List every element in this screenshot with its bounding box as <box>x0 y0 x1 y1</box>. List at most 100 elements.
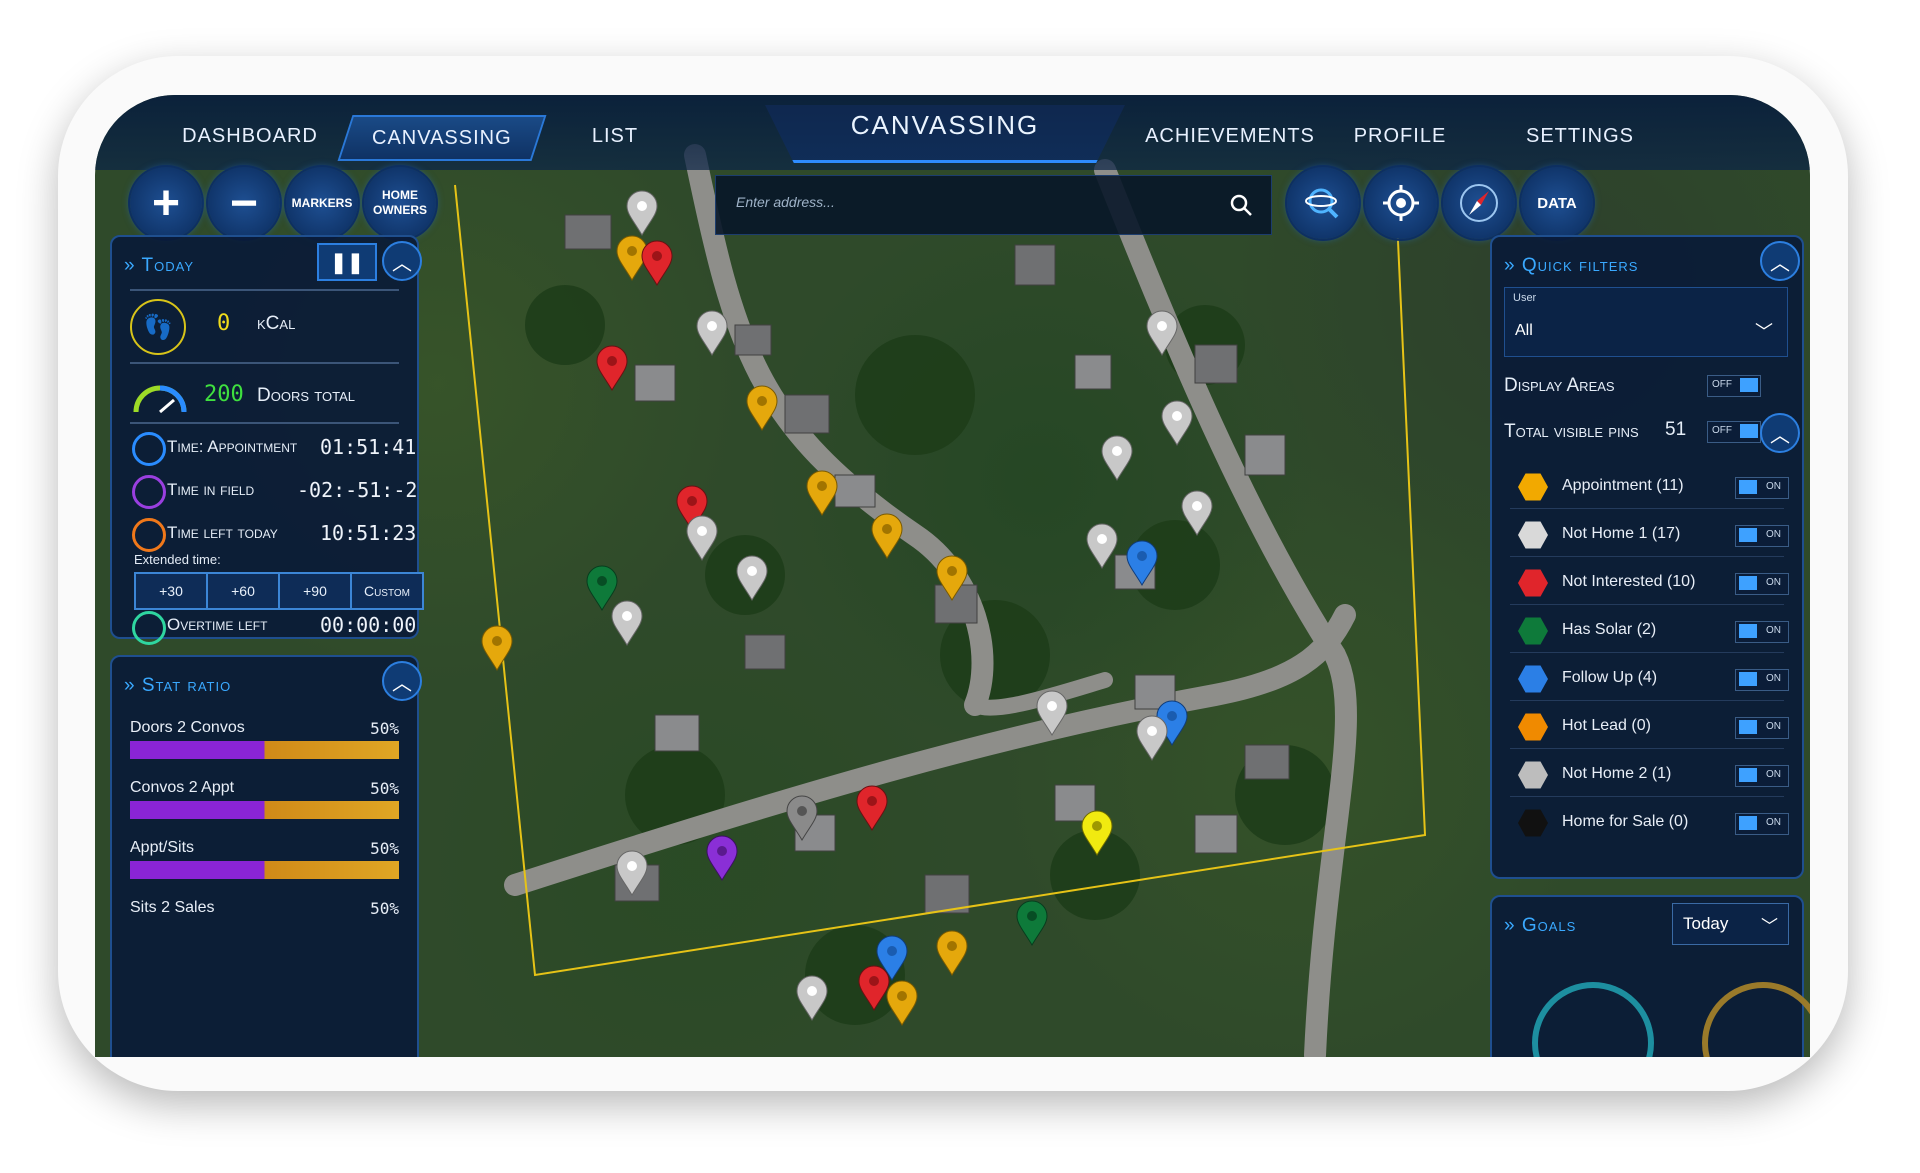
tab-settings[interactable]: SETTINGS <box>1495 115 1665 157</box>
pin-not-home[interactable] <box>625 190 659 236</box>
toggle-knob <box>1739 480 1757 494</box>
search-area-button[interactable] <box>1287 167 1359 239</box>
stat-bar <box>130 861 399 879</box>
filter-toggle[interactable]: ON <box>1735 477 1789 499</box>
hexagon-icon <box>1518 569 1548 597</box>
filter-toggle[interactable]: ON <box>1735 621 1789 643</box>
extend-60-button[interactable]: +60 <box>206 572 280 610</box>
zoom-out-button[interactable]: − <box>208 167 280 239</box>
stat-ratio-heading-text: Stat ratio <box>141 675 232 696</box>
pin-not-interested[interactable] <box>595 345 629 391</box>
toggle-knob <box>1740 378 1758 392</box>
collapse-filters-button[interactable]: ︿ <box>1760 241 1800 281</box>
tab-dashboard[interactable]: DASHBOARD <box>165 115 335 157</box>
filter-row-not-interested[interactable]: Not Interested (10) ON <box>1510 561 1789 605</box>
pin-not-home[interactable] <box>1100 435 1134 481</box>
pin-not-home[interactable] <box>1085 523 1119 569</box>
chevron-down-icon: ﹀ <box>1761 917 1778 936</box>
pin-not-home[interactable] <box>735 555 769 601</box>
quick-filters-heading-text: Quick filters <box>1521 255 1639 276</box>
display-areas-toggle[interactable]: OFF <box>1707 375 1761 397</box>
markers-button[interactable]: MARKERS <box>286 167 358 239</box>
search-input[interactable]: Enter address... <box>736 194 835 210</box>
pin-yellow[interactable] <box>1080 810 1114 856</box>
extend-30-button[interactable]: +30 <box>134 572 208 610</box>
divider <box>1510 556 1784 557</box>
filter-toggle[interactable]: ON <box>1735 765 1789 787</box>
clock-icon <box>132 475 166 509</box>
filter-row-appointment[interactable]: Appointment (11) ON <box>1510 465 1789 509</box>
extended-time-buttons: +30 +60 +90 Custom <box>134 572 424 610</box>
pin-not-home[interactable] <box>1180 490 1214 536</box>
search-icon[interactable] <box>1229 193 1253 217</box>
goals-period-value: Today <box>1683 914 1729 933</box>
pin-not-home[interactable] <box>685 515 719 561</box>
pin-not-interested[interactable] <box>855 785 889 831</box>
home-owners-button[interactable]: HOME OWNERS <box>364 167 436 239</box>
filter-row-not-home-2[interactable]: Not Home 2 (1) ON <box>1510 753 1789 797</box>
goals-period-select[interactable]: Today ﹀ <box>1672 903 1789 945</box>
pin-not-home[interactable] <box>615 850 649 896</box>
zoom-in-button[interactable]: + <box>130 167 202 239</box>
tab-profile[interactable]: PROFILE <box>1335 115 1465 157</box>
locate-button[interactable] <box>1365 167 1437 239</box>
pin-appointment[interactable] <box>480 625 514 671</box>
stat-ratio-panel: » Stat ratio ︿ Doors 2 Convos 50% Convos… <box>110 655 422 1057</box>
filter-toggle[interactable]: ON <box>1735 525 1789 547</box>
filter-toggle[interactable]: ON <box>1735 573 1789 595</box>
collapse-today-button[interactable]: ︿ <box>382 241 422 281</box>
pin-appointment[interactable] <box>935 555 969 601</box>
pin-not-home[interactable] <box>1035 690 1069 736</box>
pin-not-interested[interactable] <box>640 240 674 286</box>
pause-button[interactable]: ❚❚ <box>317 243 377 281</box>
filter-label: Has Solar (2) <box>1562 621 1657 638</box>
overtime-label: Overtime left <box>167 615 268 634</box>
pin-not-home[interactable] <box>795 975 829 1021</box>
tab-achievements[interactable]: ACHIEVEMENTS <box>1145 115 1315 157</box>
filter-toggle[interactable]: ON <box>1735 813 1789 835</box>
filter-toggle[interactable]: ON <box>1735 717 1789 739</box>
pin-appointment[interactable] <box>745 385 779 431</box>
pin-purple[interactable] <box>705 835 739 881</box>
compass-button[interactable] <box>1443 167 1515 239</box>
time-left-label: Time left today <box>167 523 278 542</box>
pin-not-home[interactable] <box>695 310 729 356</box>
filter-row-has-solar[interactable]: Has Solar (2) ON <box>1510 609 1789 653</box>
tab-list[interactable]: LIST <box>545 115 685 157</box>
address-search[interactable]: Enter address... <box>715 175 1272 235</box>
extend-custom-button[interactable]: Custom <box>350 572 424 610</box>
user-select-value: All <box>1515 322 1533 339</box>
pin-not-home[interactable] <box>1160 400 1194 446</box>
filter-row-not-home-1[interactable]: Not Home 1 (17) ON <box>1510 513 1789 557</box>
total-pins-toggle[interactable]: OFF <box>1707 421 1761 443</box>
pin-not-home[interactable] <box>1135 715 1169 761</box>
pin-appointment[interactable] <box>805 470 839 516</box>
pin-not-home[interactable] <box>610 600 644 646</box>
pin-not-home-2[interactable] <box>785 795 819 841</box>
pin-not-home[interactable] <box>1145 310 1179 356</box>
total-pins-label: Total visible pins <box>1504 421 1639 442</box>
tab-canvassing[interactable]: CANVASSING <box>337 115 547 161</box>
collapse-pins-button[interactable]: ︿ <box>1760 413 1800 453</box>
filter-toggle[interactable]: ON <box>1735 669 1789 691</box>
toggle-knob <box>1739 576 1757 590</box>
filter-label: Not Home 1 (17) <box>1562 525 1681 542</box>
extend-label: +90 <box>303 583 327 599</box>
divider <box>1510 604 1784 605</box>
pin-appointment[interactable] <box>885 980 919 1026</box>
collapse-stats-button[interactable]: ︿ <box>382 661 422 701</box>
hexagon-icon <box>1518 473 1548 501</box>
pin-appointment[interactable] <box>870 513 904 559</box>
user-select[interactable]: User All ﹀ <box>1504 287 1788 357</box>
filter-row-home-for-sale[interactable]: Home for Sale (0) ON <box>1510 801 1789 845</box>
pin-appointment[interactable] <box>935 930 969 976</box>
toggle-text: ON <box>1766 769 1781 780</box>
goal-ring <box>1702 982 1810 1057</box>
toggle-text: ON <box>1766 529 1781 540</box>
extend-90-button[interactable]: +90 <box>278 572 352 610</box>
filter-row-follow-up[interactable]: Follow Up (4) ON <box>1510 657 1789 701</box>
pin-follow-up[interactable] <box>1125 540 1159 586</box>
filter-row-hot-lead[interactable]: Hot Lead (0) ON <box>1510 705 1789 749</box>
pin-has-solar[interactable] <box>1015 900 1049 946</box>
data-button[interactable]: DATA <box>1521 167 1593 239</box>
